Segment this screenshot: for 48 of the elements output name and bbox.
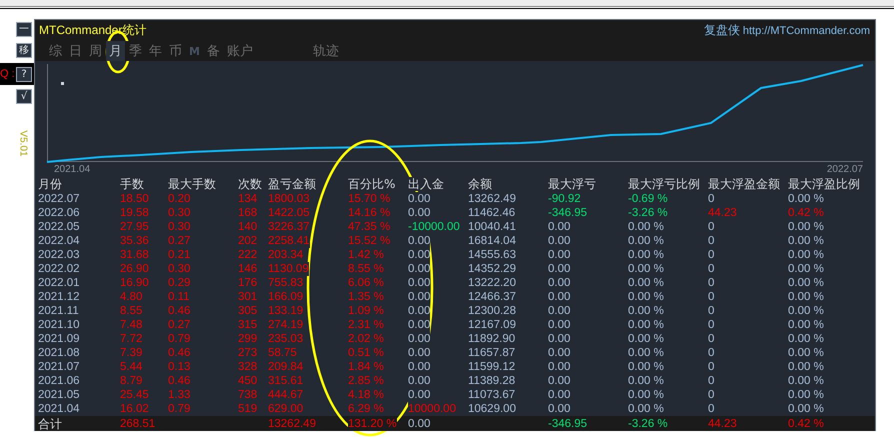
column-header: 百分比% [348, 177, 396, 191]
table-cell: 0.00 [408, 234, 430, 248]
table-cell: -3.26 % [628, 416, 668, 430]
column-header: 盈亏金额 [268, 177, 316, 191]
axis-label: 2021.04 [54, 164, 90, 176]
table-cell: 0.00 [408, 206, 430, 220]
version-label: V5.01 [17, 130, 28, 157]
column-header: 月份 [38, 177, 62, 191]
column-header: 最大手数 [168, 177, 216, 191]
table-cell: 131.20 % [348, 416, 397, 430]
prompt-label: Q : [0, 68, 15, 80]
table-cell: -346.95 [548, 416, 588, 430]
column-header: 出入金 [408, 177, 444, 191]
table-cell: 合计 [38, 416, 62, 430]
table-cell: 0.00 [408, 248, 430, 262]
table-cell: 13262.49 [268, 416, 316, 430]
column-header: 最大浮亏 [548, 177, 596, 191]
column-header: 最大浮盈比例 [788, 177, 860, 191]
table-cell: 0.00 [408, 318, 430, 332]
table-cell: 0.00 [408, 346, 430, 360]
side-button[interactable]: 一 [16, 22, 32, 37]
column-header: 次数 [238, 177, 262, 191]
table-cell: 0.00 [408, 360, 430, 374]
column-header: 最大浮盈金额 [708, 177, 780, 191]
table-cell: 2258.41 [268, 234, 310, 248]
column-header: 手数 [120, 177, 144, 191]
table-cell: 0.00 [408, 332, 430, 346]
tab[interactable]: 月 [106, 41, 125, 61]
table-cell: 0.00 [408, 304, 430, 318]
side-button[interactable]: 移 [16, 43, 32, 58]
table-cell: 1130.09 [268, 262, 309, 276]
table-cell: -10000.00 [408, 220, 460, 234]
website-link[interactable]: http://MTCommander.com [742, 24, 870, 36]
table-cell: 0.42 % [788, 416, 824, 430]
table-cell: 0.00 [408, 374, 430, 388]
brand-label: 复盘侠 [704, 22, 740, 39]
table-cell: 0.00 [408, 388, 430, 402]
axis-label: 2022.07 [826, 164, 863, 176]
table-cell: 0.00 [408, 192, 430, 206]
side-button[interactable]: √ [16, 89, 32, 104]
side-button[interactable]: ? [16, 66, 32, 82]
column-header: 最大浮亏比例 [628, 177, 700, 191]
table-cell: 44.23 [708, 416, 737, 430]
table-cell: 268.51 [120, 416, 156, 430]
table-cell: 0.00 [408, 416, 430, 430]
chart-marker [61, 82, 64, 85]
column-header: 余额 [468, 177, 492, 191]
window-title: MTCommander统计 [39, 22, 146, 39]
